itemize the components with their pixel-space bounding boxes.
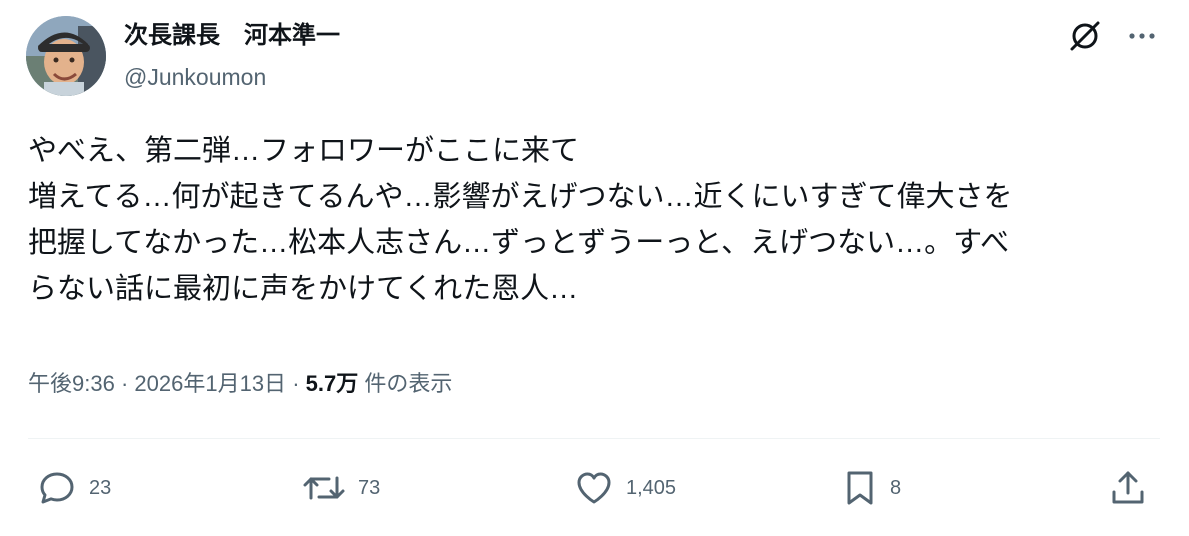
more-dots-icon[interactable] — [1124, 24, 1160, 48]
bookmark-count: 8 — [890, 477, 902, 499]
display-name[interactable]: 次長課長 河本準一 — [124, 20, 340, 52]
tweet-text-line: らない話に最初に声をかけてくれた恩人… — [28, 273, 579, 305]
tweet-text-line: 把握してなかった…松本人志さん…ずっとずうーっと、えげつない…。すべ — [28, 227, 1010, 259]
avatar-image — [26, 16, 106, 96]
meta-separator: · — [292, 371, 300, 396]
views-count[interactable]: 5.7万 — [306, 371, 359, 396]
meta-separator: · — [120, 371, 129, 396]
heart-icon — [577, 472, 611, 504]
tweet-text-line: やべえ、第二弾…フォロワーがここに来て — [28, 135, 580, 167]
retweet-icon — [303, 476, 345, 500]
reply-button[interactable]: 23 — [37, 468, 111, 508]
divider — [28, 438, 1160, 439]
views-label[interactable]: 件の表示 — [364, 371, 452, 396]
username-handle[interactable]: @Junkoumon — [124, 61, 266, 93]
timestamp-date[interactable]: 2026年1月13日 — [134, 371, 286, 396]
retweet-button[interactable]: 73 — [302, 468, 380, 508]
like-count: 1,405 — [626, 477, 677, 499]
share-button[interactable] — [1108, 468, 1148, 508]
tweet-text-line: 増えてる…何が起きてるんや…影響がえげつない…近くにいすぎて偉大さを — [28, 181, 1013, 213]
reply-bubble-icon — [40, 472, 74, 504]
share-upload-icon — [1112, 471, 1144, 504]
avatar[interactable] — [26, 16, 106, 96]
tweet-card: 次長課長 河本準一 @Junkoumon やべえ、第二弾…フォロワーがここに来て… — [0, 0, 1189, 536]
grok-icon[interactable] — [1067, 18, 1103, 54]
timestamp-time[interactable]: 午後9:36 — [28, 371, 115, 396]
bookmark-icon — [847, 471, 873, 505]
reply-count: 23 — [89, 477, 112, 499]
tweet-text: やべえ、第二弾…フォロワーがここに来て 増えてる…何が起きてるんや…影響がえげつ… — [28, 128, 1168, 312]
tweet-meta: 午後9:36 · 2026年1月13日 · 5.7万 件の表示 — [28, 364, 452, 404]
bookmark-button[interactable]: 8 — [842, 468, 901, 508]
like-button[interactable]: 1,405 — [574, 468, 676, 508]
retweet-count: 73 — [358, 477, 381, 499]
